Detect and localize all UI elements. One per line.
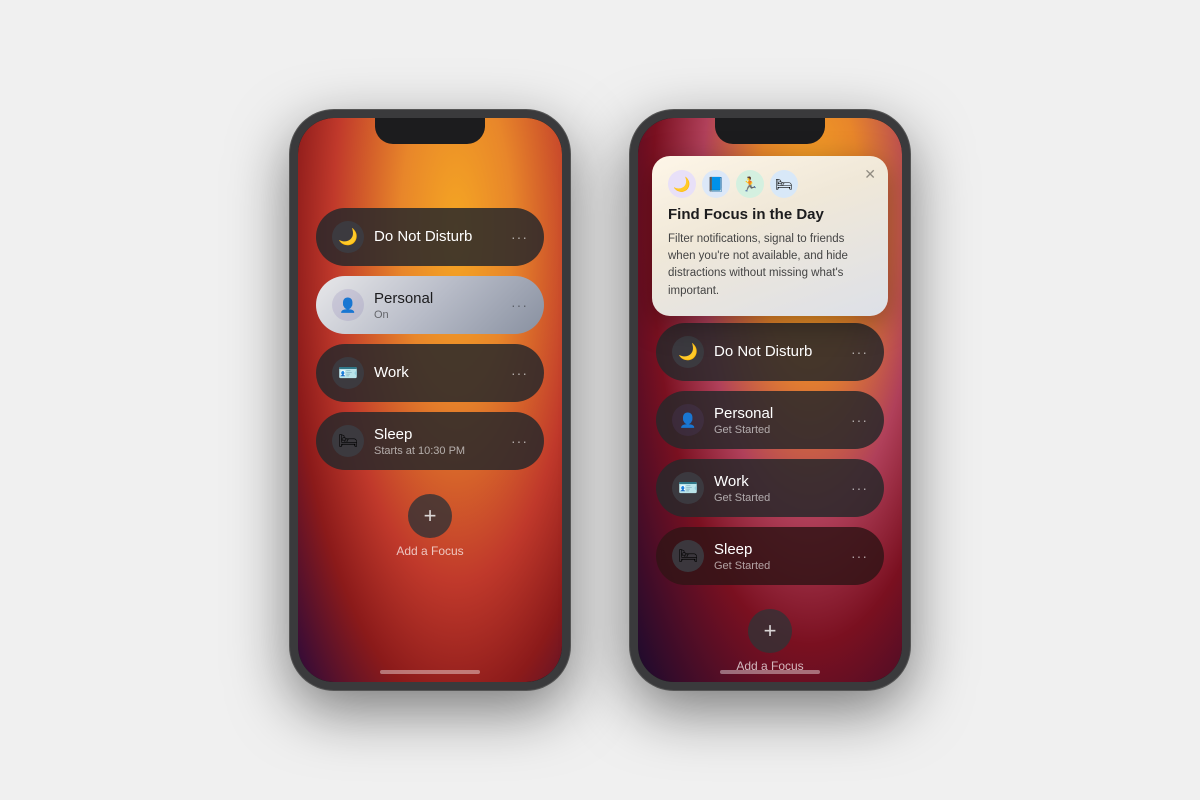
- add-focus-button-2[interactable]: +: [748, 609, 792, 653]
- sleep-dots-1[interactable]: ···: [511, 433, 528, 449]
- work-text-2: Work Get Started: [714, 473, 851, 504]
- popup-icon-moon: 🌙: [668, 170, 696, 198]
- personal-name-1: Personal: [374, 290, 511, 308]
- phone-1-frame: 🌙 Do Not Disturb ··· 👤 Personal On: [290, 110, 570, 690]
- phone-1-home-indicator: [380, 670, 480, 674]
- phone-1-content: 🌙 Do Not Disturb ··· 👤 Personal On: [298, 118, 562, 682]
- personal-dots-2[interactable]: ···: [851, 412, 868, 428]
- popup-icon-book: 📘: [702, 170, 730, 198]
- focus-item-personal-2[interactable]: 👤 Personal Get Started ···: [656, 391, 884, 449]
- work-dots-2[interactable]: ···: [851, 480, 868, 496]
- dnd-text-1: Do Not Disturb: [374, 228, 511, 246]
- add-focus-label-1: Add a Focus: [396, 544, 463, 558]
- personal-subtitle-1: On: [374, 309, 511, 321]
- work-subtitle-2: Get Started: [714, 492, 851, 504]
- phone-1-screen: 🌙 Do Not Disturb ··· 👤 Personal On: [298, 118, 562, 682]
- dnd-name-2: Do Not Disturb: [714, 343, 851, 361]
- work-text-1: Work: [374, 364, 511, 382]
- phone-1: 🌙 Do Not Disturb ··· 👤 Personal On: [290, 110, 570, 690]
- phone-2-screen: ✕ 🌙 📘 🏃 🛏 Find Focus in the Day Filter n…: [638, 118, 902, 682]
- work-name-1: Work: [374, 364, 511, 382]
- sleep-text-1: Sleep Starts at 10:30 PM: [374, 426, 511, 457]
- work-dots-1[interactable]: ···: [511, 365, 528, 381]
- phone-1-notch: [375, 118, 485, 144]
- dnd-dots-1[interactable]: ···: [511, 229, 528, 245]
- popup-icon-run: 🏃: [736, 170, 764, 198]
- sleep-dots-2[interactable]: ···: [851, 548, 868, 564]
- phone-1-focus-list: 🌙 Do Not Disturb ··· 👤 Personal On: [298, 208, 562, 470]
- dnd-icon-2: 🌙: [672, 336, 704, 368]
- phone-2-focus-list: 🌙 Do Not Disturb ··· 👤 Personal Get Star…: [638, 323, 902, 585]
- focus-item-dnd-2[interactable]: 🌙 Do Not Disturb ···: [656, 323, 884, 381]
- personal-name-2: Personal: [714, 405, 851, 423]
- personal-text-1: Personal On: [374, 290, 511, 321]
- phone-2-frame: ✕ 🌙 📘 🏃 🛏 Find Focus in the Day Filter n…: [630, 110, 910, 690]
- personal-icon-1: 👤: [332, 289, 364, 321]
- phone-2-notch: [715, 118, 825, 144]
- popup-description: Filter notifications, signal to friends …: [668, 231, 872, 300]
- work-icon-1: 🪪: [332, 357, 364, 389]
- personal-icon-2: 👤: [672, 404, 704, 436]
- focus-popup: ✕ 🌙 📘 🏃 🛏 Find Focus in the Day Filter n…: [652, 156, 888, 316]
- focus-item-sleep-2[interactable]: 🛏 Sleep Get Started ···: [656, 527, 884, 585]
- work-icon-2: 🪪: [672, 472, 704, 504]
- sleep-subtitle-1: Starts at 10:30 PM: [374, 445, 511, 457]
- add-focus-1: + Add a Focus: [396, 494, 463, 558]
- focus-item-sleep-1[interactable]: 🛏 Sleep Starts at 10:30 PM ···: [316, 412, 544, 470]
- phone-2: ✕ 🌙 📘 🏃 🛏 Find Focus in the Day Filter n…: [630, 110, 910, 690]
- sleep-text-2: Sleep Get Started: [714, 541, 851, 572]
- personal-dots-1[interactable]: ···: [511, 297, 528, 313]
- dnd-name-1: Do Not Disturb: [374, 228, 511, 246]
- add-focus-button-1[interactable]: +: [408, 494, 452, 538]
- personal-subtitle-2: Get Started: [714, 424, 851, 436]
- focus-item-personal-1[interactable]: 👤 Personal On ···: [316, 276, 544, 334]
- popup-icons: 🌙 📘 🏃 🛏: [668, 170, 872, 198]
- dnd-icon-1: 🌙: [332, 221, 364, 253]
- sleep-name-1: Sleep: [374, 426, 511, 444]
- sleep-icon-2: 🛏: [672, 540, 704, 572]
- popup-icon-bed: 🛏: [770, 170, 798, 198]
- phone-2-home-indicator: [720, 670, 820, 674]
- dnd-dots-2[interactable]: ···: [851, 344, 868, 360]
- sleep-icon-1: 🛏: [332, 425, 364, 457]
- focus-item-work-2[interactable]: 🪪 Work Get Started ···: [656, 459, 884, 517]
- dnd-text-2: Do Not Disturb: [714, 343, 851, 361]
- add-focus-2: + Add a Focus: [736, 609, 803, 673]
- focus-item-dnd-1[interactable]: 🌙 Do Not Disturb ···: [316, 208, 544, 266]
- sleep-subtitle-2: Get Started: [714, 560, 851, 572]
- sleep-name-2: Sleep: [714, 541, 851, 559]
- popup-title: Find Focus in the Day: [668, 206, 872, 225]
- focus-item-work-1[interactable]: 🪪 Work ···: [316, 344, 544, 402]
- work-name-2: Work: [714, 473, 851, 491]
- personal-text-2: Personal Get Started: [714, 405, 851, 436]
- popup-close-button[interactable]: ✕: [864, 166, 876, 183]
